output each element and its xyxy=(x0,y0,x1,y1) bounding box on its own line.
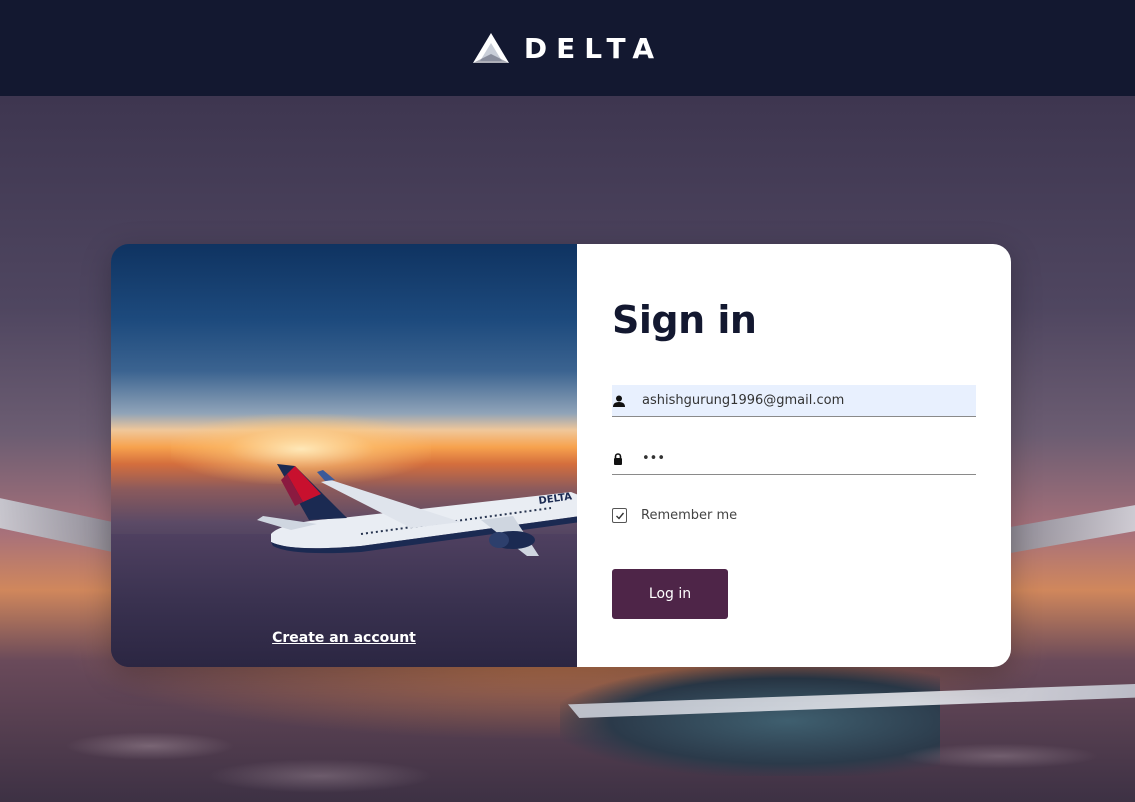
sign-in-form: Sign in ashishgurung1996@gmail.com Remem… xyxy=(577,244,1011,667)
remember-me-checkbox[interactable] xyxy=(612,508,627,523)
delta-widget-icon xyxy=(472,33,509,63)
login-button[interactable]: Log in xyxy=(612,569,728,619)
lock-icon xyxy=(612,452,634,465)
background-wing-right xyxy=(1011,505,1135,553)
background-wing-left xyxy=(0,498,112,552)
create-account-link[interactable]: Create an account xyxy=(111,630,577,646)
checkmark-icon xyxy=(615,512,624,520)
password-field xyxy=(612,443,976,475)
sign-in-card: DELTA Create an account Sign in ashishgu… xyxy=(111,244,1011,667)
delta-logo[interactable]: DELTA xyxy=(472,32,663,65)
airplane-illustration: DELTA xyxy=(257,464,577,556)
hero-image-panel: DELTA Create an account xyxy=(111,244,577,667)
background-clouds xyxy=(0,686,1135,802)
email-field xyxy=(612,385,976,417)
email-input[interactable] xyxy=(634,385,964,416)
top-header: DELTA xyxy=(0,0,1135,96)
remember-me-label: Remember me xyxy=(641,508,738,523)
logo-wordmark: DELTA xyxy=(523,31,664,65)
password-input[interactable] xyxy=(634,443,964,474)
remember-me-row[interactable]: Remember me xyxy=(612,508,737,523)
page-title: Sign in xyxy=(612,298,757,342)
user-icon xyxy=(612,395,634,407)
